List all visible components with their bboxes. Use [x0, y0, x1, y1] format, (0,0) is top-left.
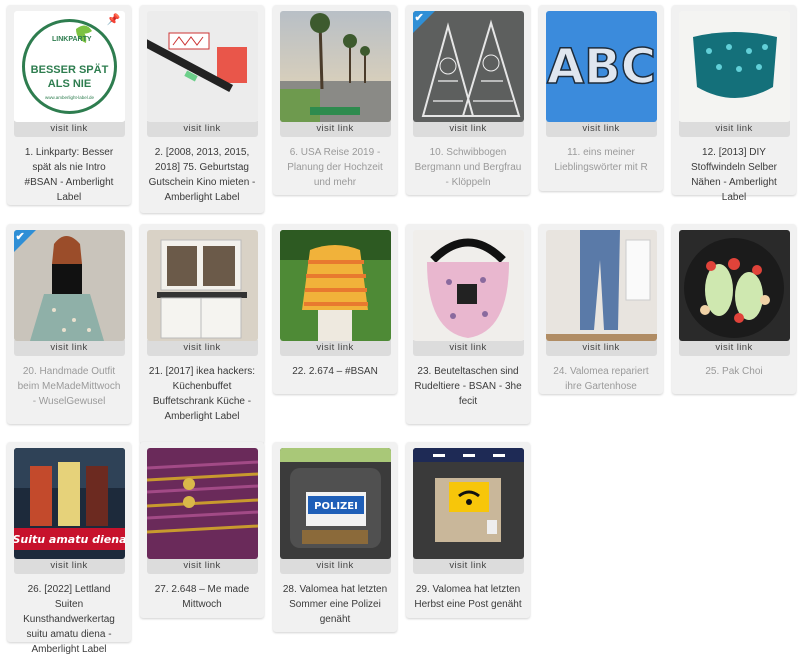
- link-caption[interactable]: 25. Pak Choi: [678, 364, 790, 379]
- link-thumbnail[interactable]: [146, 230, 258, 341]
- link-thumbnail[interactable]: [545, 230, 657, 341]
- link-caption[interactable]: 2. [2008, 2013, 2015, 2018] 75. Geburtst…: [146, 145, 258, 205]
- checkmark-icon: ✔: [15, 231, 25, 243]
- visit-link-button[interactable]: visit link: [279, 558, 391, 574]
- link-thumbnail[interactable]: [678, 230, 790, 341]
- sign-text: POLIZEI: [314, 501, 358, 512]
- visit-link-button[interactable]: visit link: [412, 340, 524, 356]
- link-card[interactable]: ✔ visit link 20. Handmade Outfit beim MeMa…: [7, 224, 131, 424]
- visit-link-button[interactable]: visit link: [13, 558, 125, 574]
- link-caption[interactable]: 22. 2.674 – #BSAN: [279, 364, 391, 379]
- link-thumbnail[interactable]: ✔: [13, 230, 125, 341]
- link-card[interactable]: visit link 21. [2017] ikea hackers: Küche…: [140, 224, 264, 444]
- logo-url-text: www.amberlight-label.de: [44, 95, 94, 100]
- link-thumbnail[interactable]: Suitu amatu diena: [13, 448, 125, 559]
- visit-link-button[interactable]: visit link: [146, 121, 258, 137]
- link-card[interactable]: visit link 22. 2.674 – #BSAN: [273, 224, 397, 394]
- logo-line2-text: ALS NIE: [47, 78, 90, 90]
- link-card[interactable]: ✔ visit link 10. Schwibbogen Bergmann und …: [406, 5, 530, 195]
- abc-letters-text: ABC: [547, 39, 656, 95]
- link-caption[interactable]: 21. [2017] ikea hackers: Küchenbuffet Bu…: [146, 364, 258, 424]
- link-card[interactable]: visit link 6. USA Reise 2019 - Planung de…: [273, 5, 397, 195]
- link-card[interactable]: visit link 25. Pak Choi: [672, 224, 796, 394]
- link-caption[interactable]: 24. Valomea repariert ihre Gartenhose: [545, 364, 657, 394]
- link-thumbnail[interactable]: [146, 11, 258, 122]
- link-caption[interactable]: 29. Valomea hat letzten Herbst eine Post…: [412, 582, 524, 612]
- link-card[interactable]: visit link 2. [2008, 2013, 2015, 2018] 75…: [140, 5, 264, 213]
- visit-link-button[interactable]: visit link: [13, 121, 125, 137]
- link-card[interactable]: visit link 24. Valomea repariert ihre Gar…: [539, 224, 663, 394]
- pin-icon: 📌: [106, 14, 121, 26]
- banner-text: Suitu amatu diena: [14, 533, 125, 546]
- visit-link-button[interactable]: visit link: [412, 558, 524, 574]
- visit-link-button[interactable]: visit link: [412, 121, 524, 137]
- link-thumbnail[interactable]: ABC: [545, 11, 657, 122]
- link-card[interactable]: visit link 27. 2.648 – Me made Mittwoch: [140, 442, 264, 618]
- visit-link-button[interactable]: visit link: [146, 340, 258, 356]
- link-thumbnail[interactable]: [146, 448, 258, 559]
- visit-link-button[interactable]: visit link: [13, 340, 125, 356]
- visit-link-button[interactable]: visit link: [678, 340, 790, 356]
- link-thumbnail[interactable]: ✔: [412, 11, 524, 122]
- link-card[interactable]: LINKPARTY BESSER SPÄT ALS NIE www.amberl…: [7, 5, 131, 205]
- visit-link-button[interactable]: visit link: [545, 340, 657, 356]
- link-caption[interactable]: 12. [2013] DIY Stoffwindeln Selber Nähen…: [678, 145, 790, 205]
- checkmark-icon: ✔: [414, 12, 424, 24]
- link-card[interactable]: ABC visit link 11. eins meiner Lieblingswö…: [539, 5, 663, 191]
- link-thumbnail[interactable]: [279, 230, 391, 341]
- link-card[interactable]: visit link 29. Valomea hat letzten Herbst…: [406, 442, 530, 618]
- link-card[interactable]: Suitu amatu diena visit link 26. [2022] Le…: [7, 442, 131, 655]
- visit-link-button[interactable]: visit link: [279, 340, 391, 356]
- link-card[interactable]: POLIZEI visit link 28. Valomea hat letzte…: [273, 442, 397, 632]
- visit-link-button[interactable]: visit link: [678, 121, 790, 137]
- link-caption[interactable]: 27. 2.648 – Me made Mittwoch: [146, 582, 258, 612]
- link-thumbnail[interactable]: [412, 230, 524, 341]
- link-caption[interactable]: 6. USA Reise 2019 - Planung der Hochzeit…: [279, 145, 391, 190]
- logo-top-text: LINKPARTY: [52, 36, 92, 43]
- link-caption[interactable]: 20. Handmade Outfit beim MeMadeMittwoch …: [13, 364, 125, 409]
- link-caption[interactable]: 1. Linkparty: Besser spät als nie Intro …: [13, 145, 125, 205]
- link-thumbnail[interactable]: [279, 11, 391, 122]
- link-caption[interactable]: 28. Valomea hat letzten Sommer eine Poli…: [279, 582, 391, 627]
- link-thumbnail[interactable]: LINKPARTY BESSER SPÄT ALS NIE www.amberl…: [13, 11, 125, 122]
- link-card[interactable]: visit link 23. Beuteltaschen sind Rudelti…: [406, 224, 530, 424]
- link-thumbnail[interactable]: [678, 11, 790, 122]
- link-thumbnail[interactable]: [412, 448, 524, 559]
- link-thumbnail[interactable]: POLIZEI: [279, 448, 391, 559]
- link-caption[interactable]: 23. Beuteltaschen sind Rudeltiere - BSAN…: [412, 364, 524, 409]
- link-card[interactable]: visit link 12. [2013] DIY Stoffwindeln Se…: [672, 5, 796, 203]
- logo-line1-text: BESSER SPÄT: [30, 63, 108, 76]
- link-caption[interactable]: 26. [2022] Lettland Suiten Kunsthandwerk…: [13, 582, 125, 657]
- visit-link-button[interactable]: visit link: [279, 121, 391, 137]
- link-caption[interactable]: 10. Schwibbogen Bergmann und Bergfrau - …: [412, 145, 524, 190]
- link-caption[interactable]: 11. eins meiner Lieblingswörter mit R: [545, 145, 657, 175]
- visit-link-button[interactable]: visit link: [146, 558, 258, 574]
- visit-link-button[interactable]: visit link: [545, 121, 657, 137]
